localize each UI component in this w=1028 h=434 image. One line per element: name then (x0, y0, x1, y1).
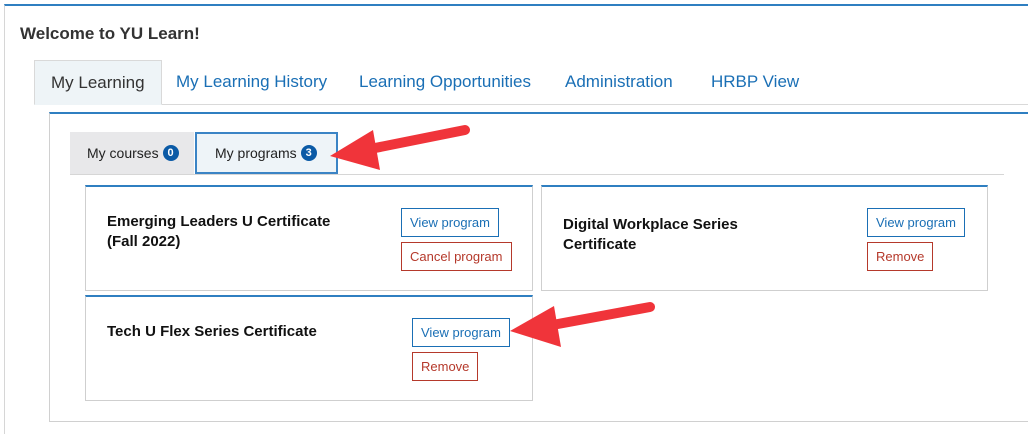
tab-administration[interactable]: Administration (565, 60, 673, 104)
view-program-button[interactable]: View program (412, 318, 510, 347)
sub-tab-bar: My courses 0 My programs 3 (70, 132, 1004, 175)
program-title-line: Certificate (563, 236, 637, 253)
page-title: Welcome to YU Learn! (20, 24, 200, 43)
program-title-line: (Fall 2022) (107, 233, 181, 250)
tab-my-learning-history[interactable]: My Learning History (176, 60, 327, 104)
view-program-button[interactable]: View program (401, 208, 499, 237)
program-card-emerging-leaders: Emerging Leaders U Certificate (Fall 202… (85, 185, 533, 291)
tab-my-learning[interactable]: My Learning (34, 60, 162, 105)
program-card-digital-workplace: Digital Workplace Series Certificate Vie… (541, 185, 988, 291)
courses-count-badge: 0 (162, 145, 179, 161)
program-title: Emerging Leaders U Certificate (Fall 202… (107, 212, 330, 252)
remove-program-button[interactable]: Remove (412, 352, 479, 381)
programs-count-badge: 3 (300, 145, 317, 161)
annotation-arrow-icon (510, 302, 655, 347)
cancel-program-button[interactable]: Cancel program (401, 242, 512, 271)
tab-my-programs[interactable]: My programs 3 (195, 132, 338, 174)
view-program-button[interactable]: View program (867, 208, 965, 237)
program-title-line: Emerging Leaders U Certificate (107, 213, 331, 230)
program-title-line: Tech U Flex Series Certificate (107, 323, 317, 340)
tab-hrbp-view[interactable]: HRBP View (711, 60, 799, 104)
program-title: Digital Workplace Series Certificate (563, 215, 738, 255)
remove-program-button[interactable]: Remove (867, 242, 934, 271)
program-card-tech-u-flex: Tech U Flex Series Certificate View prog… (85, 295, 533, 401)
tab-my-courses[interactable]: My courses 0 (70, 132, 194, 174)
program-title: Tech U Flex Series Certificate (107, 322, 317, 342)
tab-my-courses-label: My courses (87, 145, 159, 161)
tab-learning-opportunities[interactable]: Learning Opportunities (359, 60, 531, 104)
main-tab-bar: My Learning My Learning History Learning… (34, 60, 1028, 105)
annotation-arrow-icon (330, 125, 470, 170)
program-title-line: Digital Workplace Series (563, 216, 738, 233)
tab-my-programs-label: My programs (215, 145, 297, 161)
